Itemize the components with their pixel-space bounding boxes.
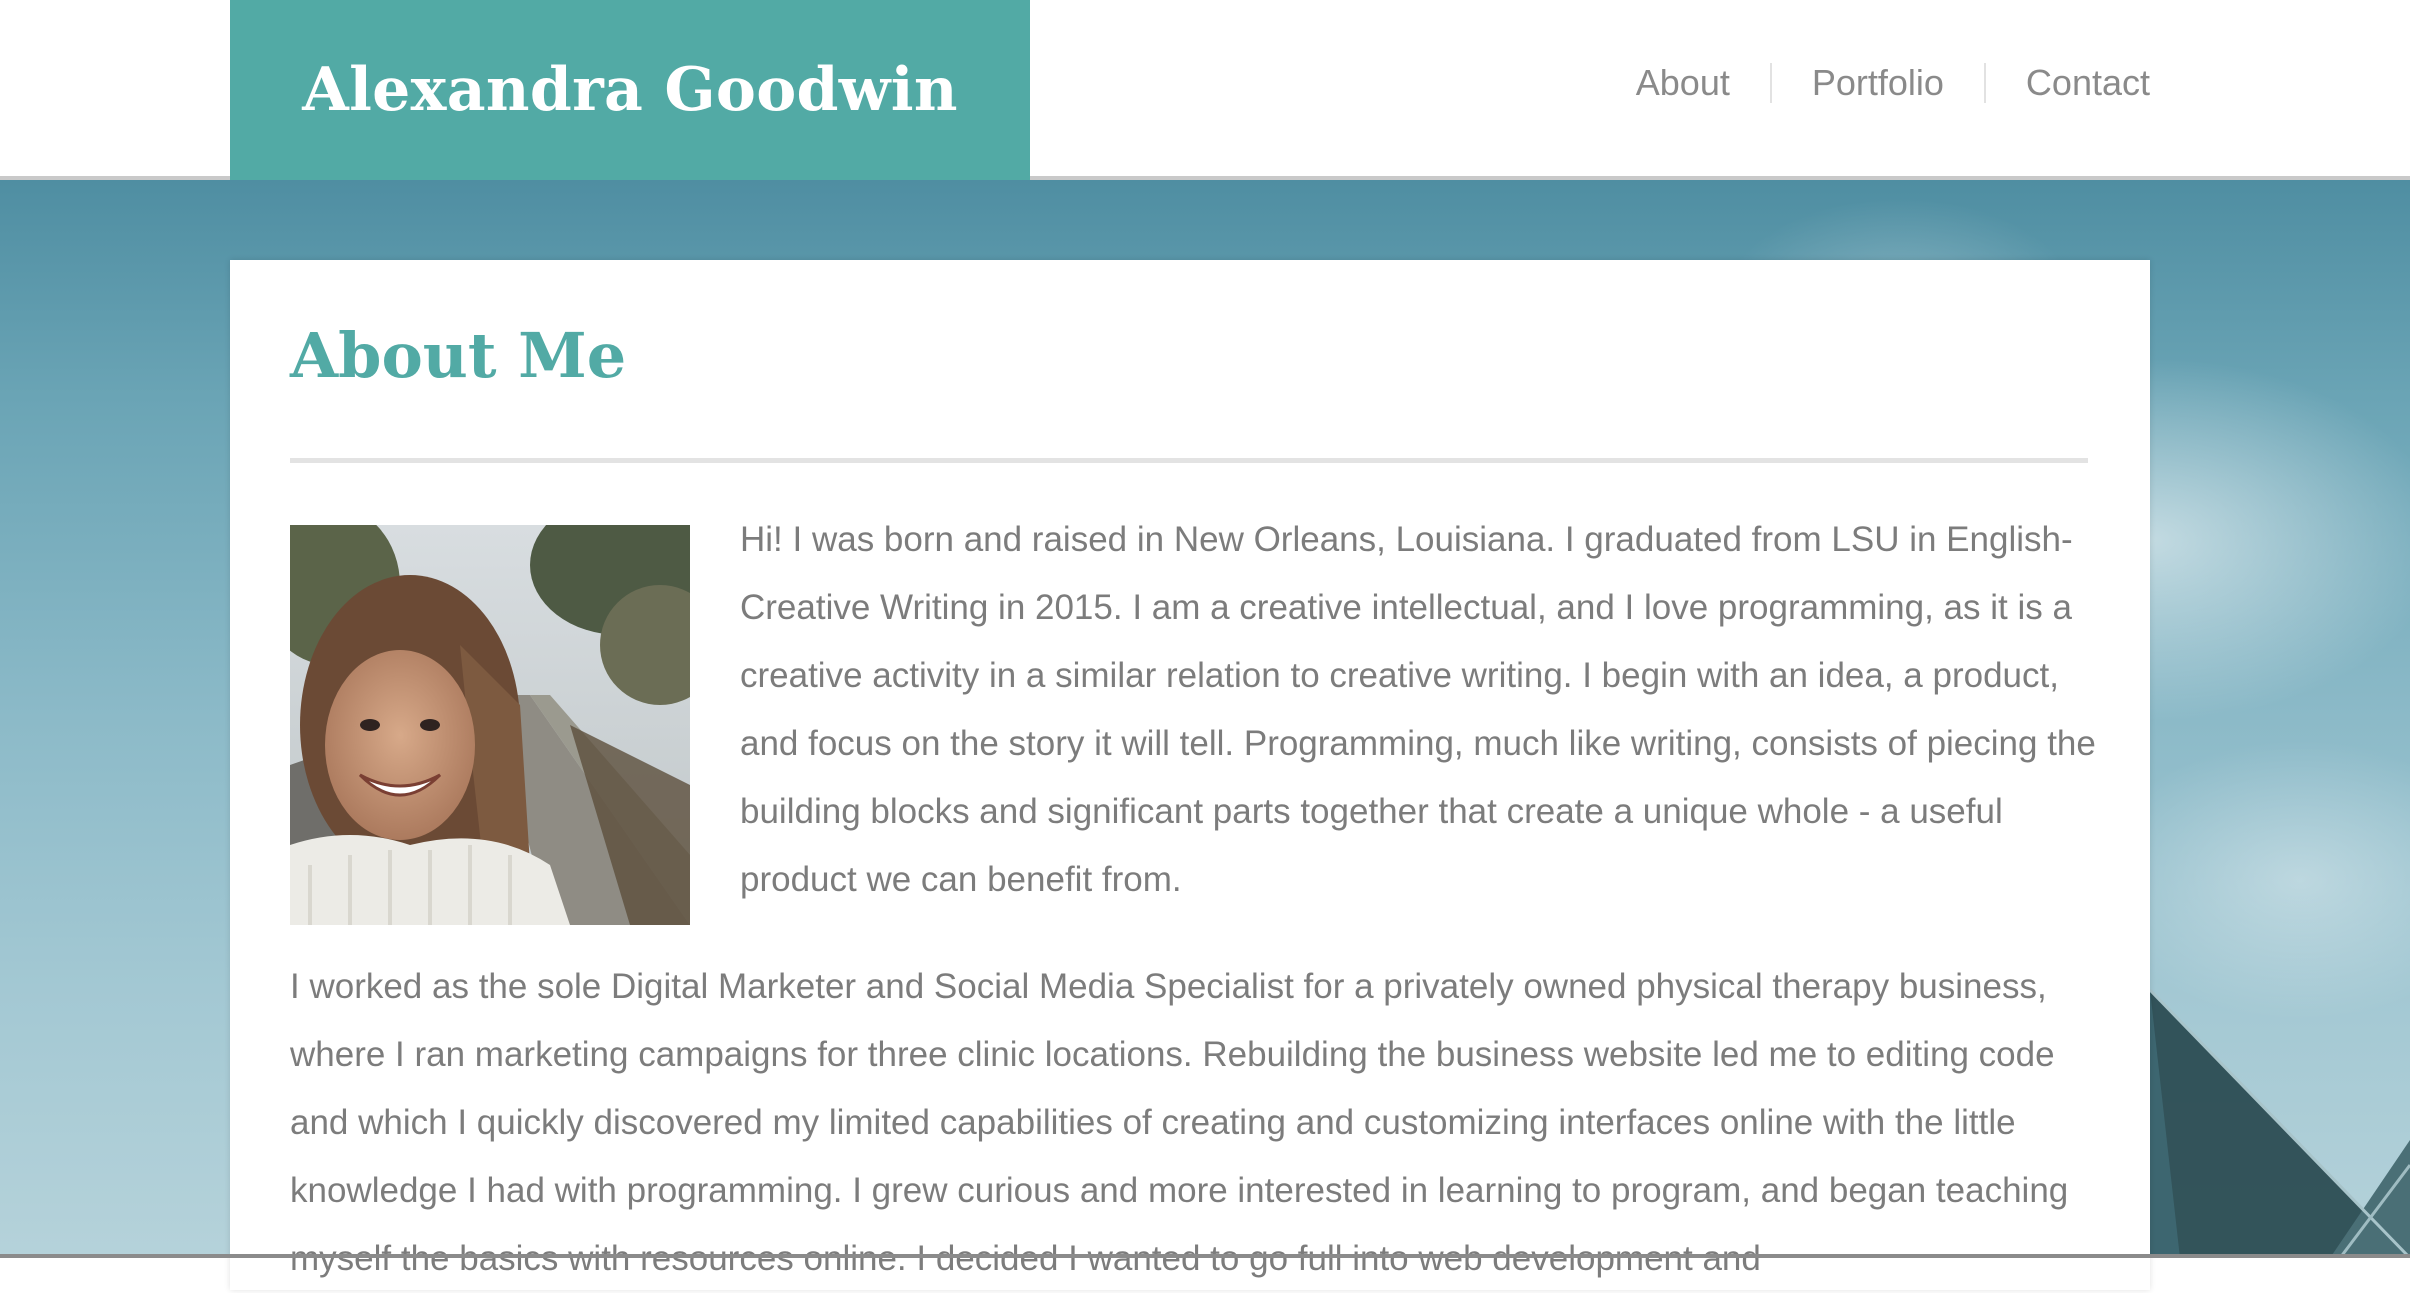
brand-block[interactable]: Alexandra Goodwin [230, 0, 1030, 180]
section-title: About Me [290, 319, 627, 392]
profile-photo [290, 525, 690, 925]
nav-link-about[interactable]: About [1596, 63, 1770, 103]
nav-link-portfolio[interactable]: Portfolio [1769, 63, 1984, 103]
site-header: Alexandra Goodwin About Portfolio Contac… [0, 0, 2410, 180]
site-name[interactable]: Alexandra Goodwin [302, 55, 958, 125]
about-paragraph-2: I worked as the sole Digital Marketer an… [290, 967, 2069, 1278]
title-divider [290, 458, 2088, 463]
window-bottom-edge [0, 1254, 2410, 1258]
nav-link-contact[interactable]: Contact [1983, 63, 2150, 103]
about-card: About Me Hi! I was born and raised in Ne… [230, 260, 2150, 1290]
main-nav: About Portfolio Contact [1596, 0, 2150, 166]
about-paragraph-1: Hi! I was born and raised in New Orleans… [740, 520, 2096, 899]
